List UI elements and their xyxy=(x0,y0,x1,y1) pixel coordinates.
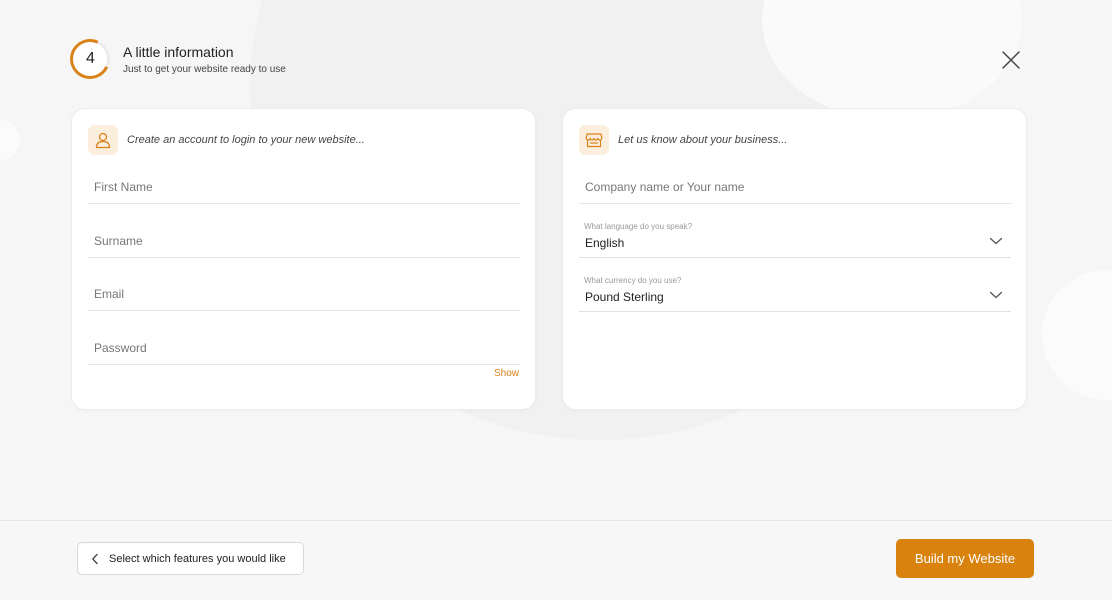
user-icon xyxy=(88,125,118,155)
surname-input[interactable] xyxy=(94,234,504,248)
currency-select[interactable]: What currency do you use? Pound Sterling xyxy=(579,270,1011,312)
language-caption: What language do you speak? xyxy=(584,222,693,231)
currency-value: Pound Sterling xyxy=(585,290,664,304)
password-input[interactable] xyxy=(94,341,504,355)
surname-field-wrap xyxy=(88,218,520,258)
currency-caption: What currency do you use? xyxy=(584,276,682,285)
language-value: English xyxy=(585,236,625,250)
page-subtitle: Just to get your website ready to use xyxy=(123,63,286,75)
chevron-down-icon xyxy=(989,291,1003,299)
company-name-input[interactable] xyxy=(585,180,995,194)
close-button[interactable] xyxy=(1001,50,1021,70)
build-website-button[interactable]: Build my Website xyxy=(896,539,1034,578)
footer-bar: Select which features you would like Bui… xyxy=(0,520,1112,600)
language-select[interactable]: What language do you speak? English xyxy=(579,216,1011,258)
account-card: Create an account to login to your new w… xyxy=(71,108,536,410)
chevron-down-icon xyxy=(989,237,1003,245)
back-button-label: Select which features you would like xyxy=(109,552,286,565)
step-indicator: 4 xyxy=(64,33,116,85)
page-title: A little information xyxy=(123,43,234,60)
show-password-link[interactable]: Show xyxy=(494,368,519,379)
step-number: 4 xyxy=(85,50,95,67)
business-card: Let us know about your business... What … xyxy=(562,108,1027,410)
close-icon xyxy=(1002,51,1020,69)
email-input[interactable] xyxy=(94,287,504,301)
page-header: 4 A little information Just to get your … xyxy=(64,33,286,85)
business-card-heading: Let us know about your business... xyxy=(618,134,788,146)
company-field-wrap xyxy=(579,164,1011,204)
back-button[interactable]: Select which features you would like xyxy=(77,542,304,575)
chevron-left-icon xyxy=(91,553,98,564)
account-card-heading: Create an account to login to your new w… xyxy=(127,134,365,146)
first-name-field-wrap xyxy=(88,164,520,204)
email-field-wrap xyxy=(88,271,520,311)
first-name-input[interactable] xyxy=(94,180,504,194)
store-icon xyxy=(579,125,609,155)
password-field-wrap xyxy=(88,325,520,365)
